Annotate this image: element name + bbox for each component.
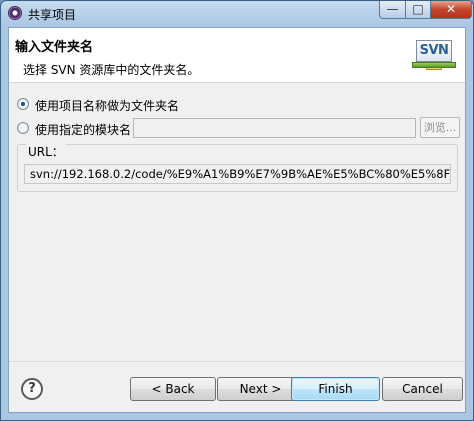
url-label: URL： xyxy=(26,143,66,160)
option-use-module-name-label: 使用指定的模块名： xyxy=(35,123,144,137)
option-use-project-name-label: 使用项目名称做为文件夹名 xyxy=(35,99,180,113)
cancel-button[interactable]: Cancel xyxy=(382,377,463,401)
dialog-body: 输入文件夹名 选择 SVN 资源库中的文件夹名。 SVN 使用项目名称做为文件夹… xyxy=(8,27,466,413)
svn-logo-text: SVN xyxy=(416,40,452,62)
close-button[interactable]: ✕ xyxy=(430,1,472,19)
window-title: 共享项目 xyxy=(28,8,77,22)
browse-button[interactable]: 浏览... xyxy=(420,117,460,138)
radio-use-module-name[interactable] xyxy=(17,122,29,134)
back-button[interactable]: < Back xyxy=(130,377,216,401)
banner-description: 选择 SVN 资源库中的文件夹名。 xyxy=(23,63,200,77)
svn-logo-base xyxy=(412,62,456,68)
minimize-button[interactable]: — xyxy=(379,1,406,19)
svn-logo-icon: SVN xyxy=(412,34,456,72)
url-field[interactable]: svn://192.168.0.2/code/%E9%A1%B9%E7%9B%A… xyxy=(24,164,451,184)
url-group: URL： svn://192.168.0.2/code/%E9%A1%B9%E7… xyxy=(17,143,458,192)
help-icon[interactable]: ? xyxy=(21,378,43,400)
radio-use-project-name[interactable] xyxy=(17,98,29,110)
maximize-button[interactable]: □ xyxy=(405,1,431,19)
title-bar[interactable]: 共享项目 — □ ✕ xyxy=(1,1,473,27)
banner-title: 输入文件夹名 xyxy=(15,40,94,55)
eclipse-icon xyxy=(8,6,22,20)
footer-divider xyxy=(9,361,465,362)
share-project-dialog: 共享项目 — □ ✕ 输入文件夹名 选择 SVN 资源库中的文件夹名。 SVN … xyxy=(0,0,474,421)
finish-button[interactable]: Finish xyxy=(291,377,380,401)
wizard-banner: 输入文件夹名 选择 SVN 资源库中的文件夹名。 SVN xyxy=(9,28,465,83)
module-name-input[interactable] xyxy=(133,118,416,138)
